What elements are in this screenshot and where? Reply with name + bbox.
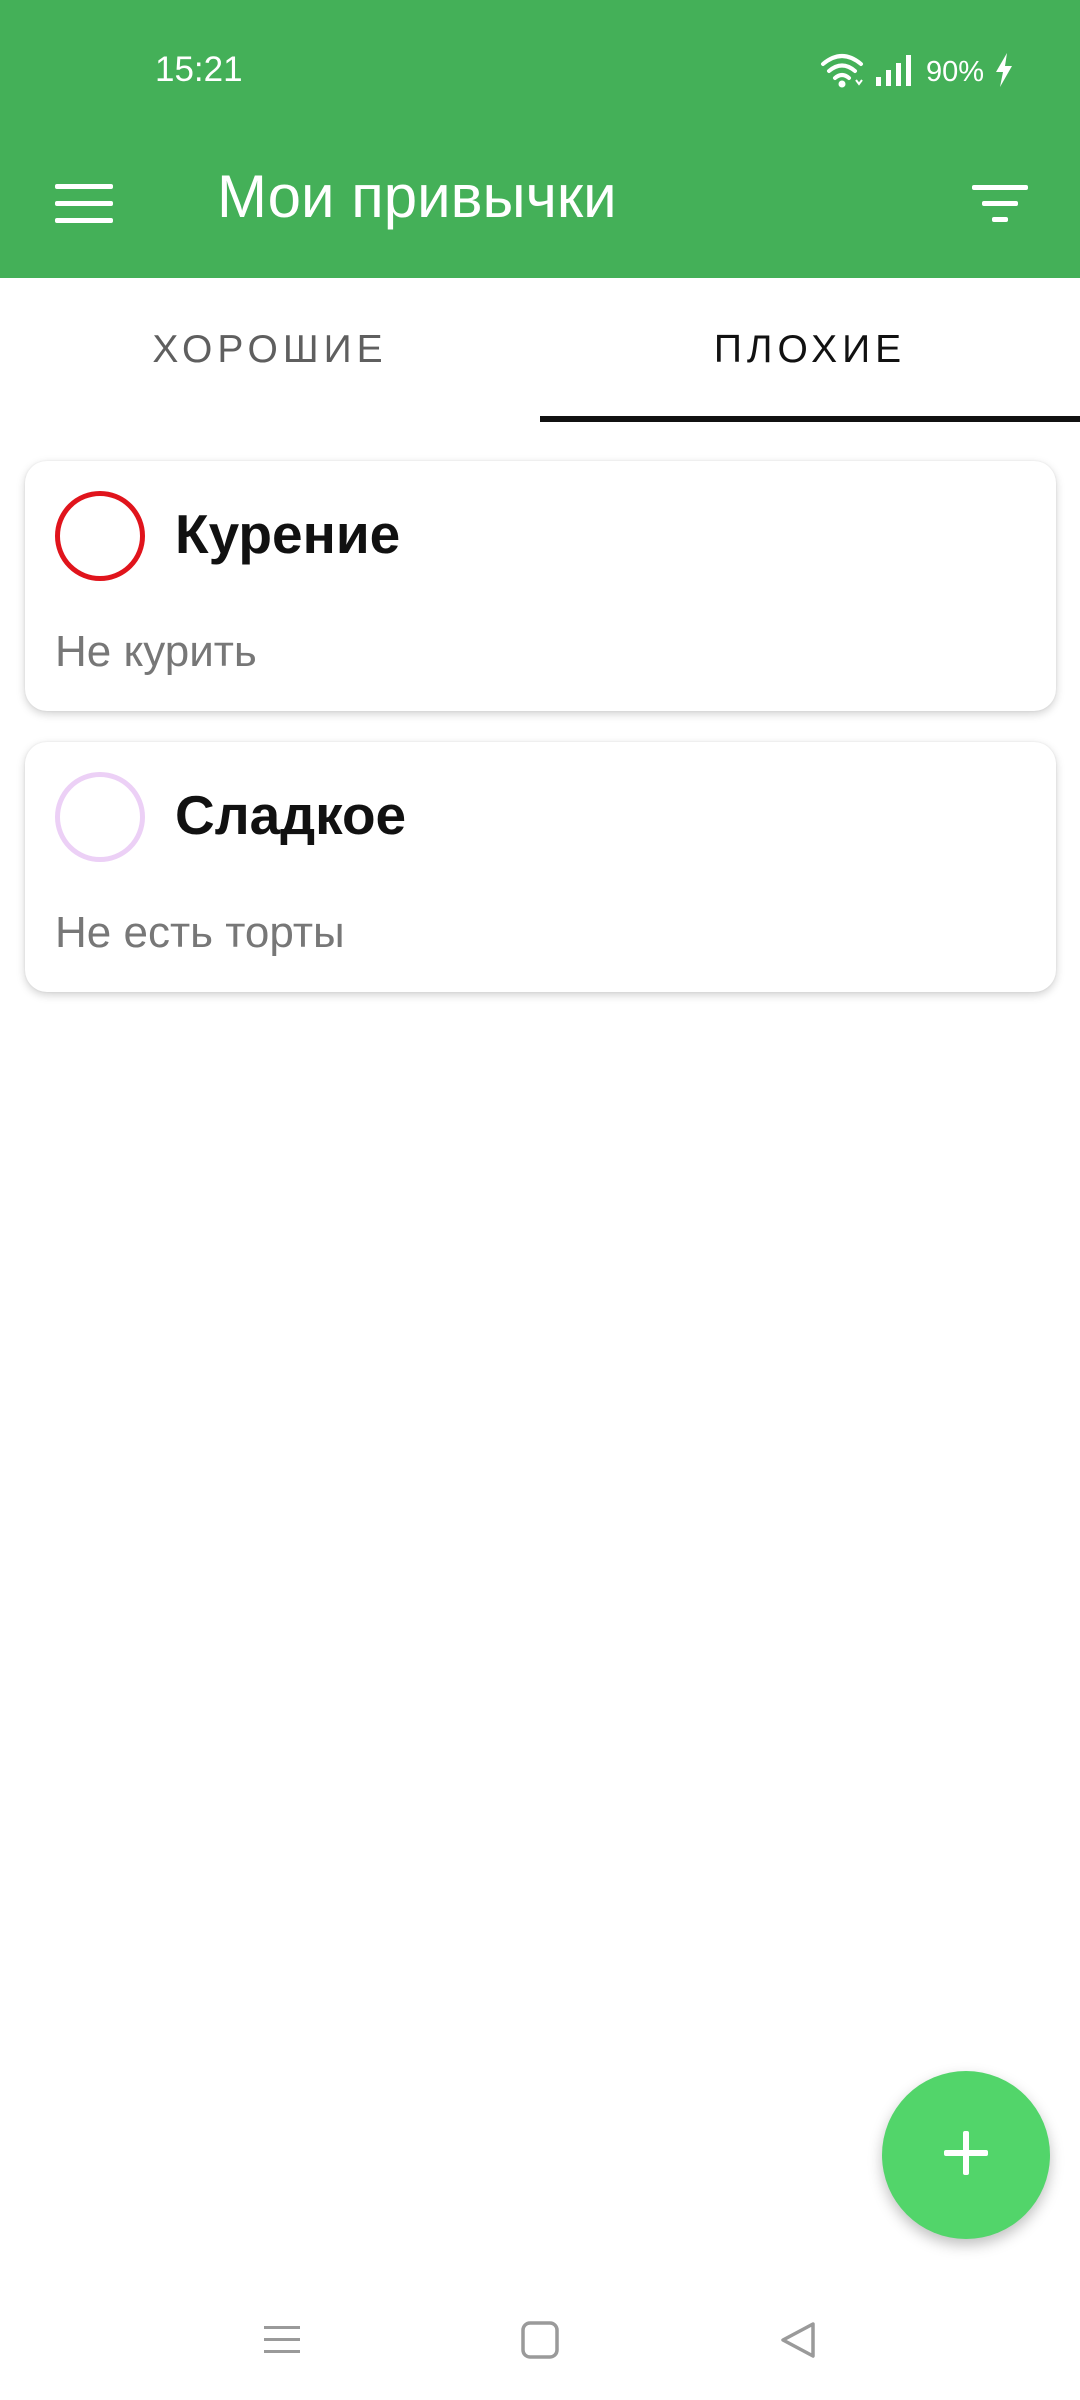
filter-icon[interactable] <box>964 168 1036 240</box>
back-icon[interactable] <box>768 2310 828 2370</box>
habit-description: Не есть торты <box>55 908 345 957</box>
signal-icon <box>874 53 916 92</box>
tab-good[interactable]: ХОРОШИЕ <box>0 278 540 422</box>
tab-bad[interactable]: ПЛОХИЕ <box>540 278 1080 422</box>
habit-title: Сладкое <box>175 784 407 846</box>
habit-card[interactable]: Курение Не курить <box>25 461 1056 711</box>
wifi-icon <box>820 52 864 93</box>
tab-bad-label: ПЛОХИЕ <box>713 328 907 371</box>
status-time: 15:21 <box>155 50 243 89</box>
hamburger-menu-icon[interactable] <box>48 168 120 240</box>
status-icons: 90% <box>820 50 1014 94</box>
app-header: 15:21 90% Мои привычки <box>0 0 1080 278</box>
habit-color-circle[interactable] <box>55 772 145 862</box>
home-icon[interactable] <box>510 2310 570 2370</box>
tab-bar: ХОРОШИЕ ПЛОХИЕ <box>0 278 1080 422</box>
screen: 15:21 90% Мои привычки ХОРОШИЕ ПЛОХИЕ Ку… <box>0 0 1080 2400</box>
recent-apps-icon[interactable] <box>252 2310 312 2370</box>
status-bar: 15:21 90% <box>0 0 1080 140</box>
add-habit-button[interactable] <box>882 2071 1050 2239</box>
plus-icon <box>942 2129 990 2182</box>
tab-good-label: ХОРОШИЕ <box>152 328 388 371</box>
system-nav-bar <box>0 2270 1080 2400</box>
habit-color-circle[interactable] <box>55 491 145 581</box>
tab-selected-indicator <box>540 416 1080 422</box>
toolbar: Мои привычки <box>0 140 1080 278</box>
charging-bolt-icon <box>994 52 1014 93</box>
habit-description: Не курить <box>55 627 257 676</box>
battery-level: 90% <box>925 55 984 88</box>
habit-title: Курение <box>175 503 401 565</box>
page-title: Мои привычки <box>217 163 617 230</box>
habit-card[interactable]: Сладкое Не есть торты <box>25 742 1056 992</box>
